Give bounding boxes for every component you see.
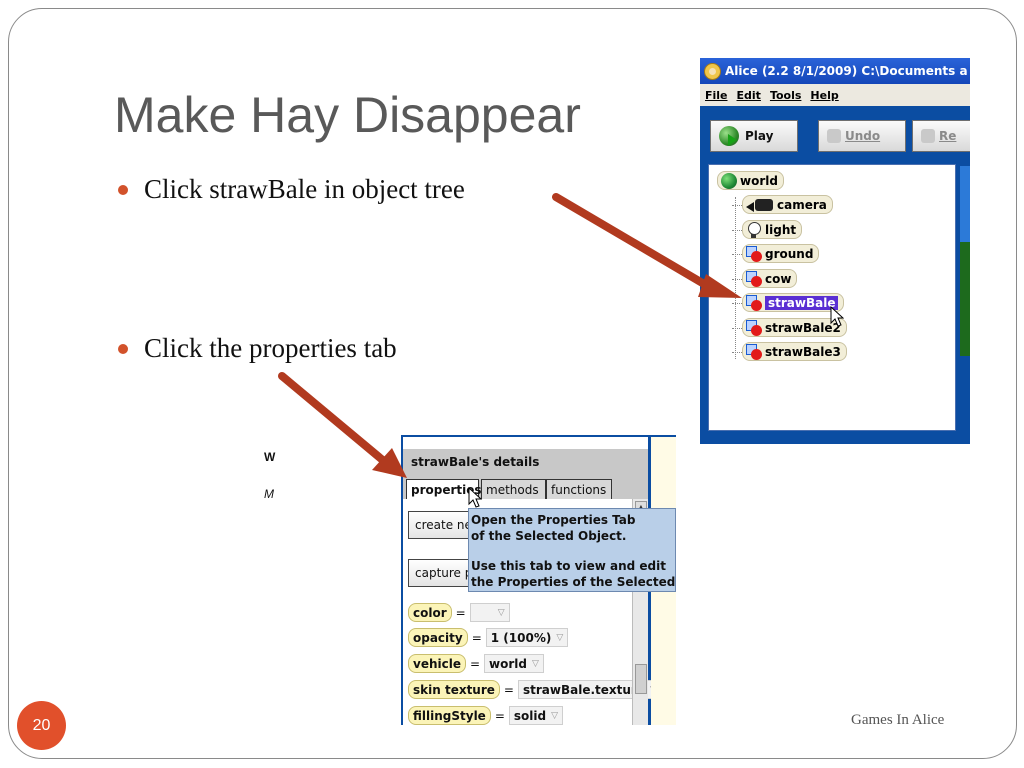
properties-tab-tooltip: Open the Properties Tab of the Selected … [468, 508, 676, 592]
object-icon [746, 319, 762, 336]
tab-methods[interactable]: methods [481, 479, 546, 499]
play-button[interactable]: Play [710, 120, 798, 152]
object-icon [746, 294, 762, 311]
play-label: Play [745, 129, 774, 143]
redo-icon [921, 129, 935, 143]
scroll-thumb[interactable] [635, 664, 647, 694]
property-value-dropdown[interactable]: 1 (100%) ▽ [485, 628, 569, 647]
undo-icon [827, 129, 841, 143]
slide-title: Make Hay Disappear [114, 87, 581, 143]
alice-logo-icon [704, 62, 721, 80]
tooltip-line: Open the Properties Tab [471, 513, 636, 527]
menu-tools[interactable]: Tools [770, 89, 801, 102]
alice-toolbar: Play Undo Re [700, 106, 970, 162]
details-header: strawBale's details [403, 449, 648, 475]
redo-label: Re [939, 129, 957, 143]
light-bulb-icon [746, 221, 762, 238]
bullet-1-text: Click strawBale in object tree [144, 174, 465, 204]
bullet-2-text: Click the properties tab [144, 333, 397, 363]
tree-item-label: light [765, 222, 797, 237]
alice-menubar: File Edit Tools Help [700, 84, 970, 106]
bullet-1: Click strawBale in object tree [118, 174, 465, 205]
tree-item-cow[interactable]: cow [732, 269, 798, 288]
tree-item-label: world [740, 173, 778, 188]
tree-item-label: camera [777, 197, 827, 212]
mouse-cursor-icon [830, 306, 844, 327]
object-icon [746, 343, 762, 360]
menu-help[interactable]: Help [810, 89, 838, 102]
details-tabs: properties methods functions [403, 475, 648, 500]
bullet-2: Click the properties tab [118, 333, 397, 364]
alice-title-bar: Alice (2.2 8/1/2009) C:\Documents a [700, 58, 970, 84]
property-name[interactable]: color [408, 603, 452, 622]
tree-item-label: ground [765, 246, 814, 261]
editor-side-label-w: W [264, 450, 276, 464]
property-row-filling-style: fillingStyle = solid ▽ [408, 705, 564, 725]
tooltip-line: the Properties of the Selected Obj [471, 575, 676, 589]
property-name[interactable]: fillingStyle [408, 706, 491, 725]
play-icon [719, 126, 739, 146]
property-value-dropdown[interactable]: ▽ [469, 603, 510, 622]
tab-functions[interactable]: functions [546, 479, 612, 499]
property-name[interactable]: opacity [408, 628, 468, 647]
menu-file[interactable]: File [705, 89, 728, 102]
tree-item-camera[interactable]: camera [732, 195, 833, 214]
property-value-dropdown[interactable]: solid ▽ [508, 706, 564, 725]
tree-connector [735, 197, 736, 359]
editor-side-label-m: M [264, 487, 274, 501]
property-row-skin-texture: skin texture = strawBale.texture▽ [408, 679, 662, 700]
undo-button[interactable]: Undo [818, 120, 906, 152]
tree-item-ground[interactable]: ground [732, 244, 820, 263]
bullet-dot [118, 184, 128, 195]
page-number-badge: 20 [17, 701, 66, 750]
property-name[interactable]: skin texture [408, 680, 500, 699]
menu-edit[interactable]: Edit [737, 89, 761, 102]
tree-item-light[interactable]: light [732, 220, 803, 239]
property-name[interactable]: vehicle [408, 654, 466, 673]
redo-button[interactable]: Re [912, 120, 970, 152]
bullet-dot [118, 343, 128, 354]
object-icon [746, 245, 762, 262]
alice-title-text: Alice (2.2 8/1/2009) C:\Documents a [725, 64, 968, 78]
tree-item-strawbale3[interactable]: strawBale3 [732, 342, 847, 361]
property-row-color: color = ▽ [408, 602, 510, 623]
property-row-vehicle: vehicle = world ▽ [408, 653, 544, 674]
footer-text: Games In Alice [851, 712, 945, 728]
tree-item-label: cow [765, 271, 792, 286]
alice-window-screenshot: Alice (2.2 8/1/2009) C:\Documents a File… [700, 58, 970, 444]
mouse-cursor-icon [468, 487, 482, 508]
world-icon [721, 172, 737, 189]
property-value-dropdown[interactable]: world ▽ [484, 654, 544, 673]
property-row-opacity: opacity = 1 (100%) ▽ [408, 627, 569, 648]
tree-item-label: strawBale3 [765, 344, 841, 359]
object-tree: world camera light ground cow strawBale [708, 164, 956, 431]
undo-label: Undo [845, 129, 881, 143]
scene-preview-strip [960, 166, 970, 356]
tree-item-label: strawBale [765, 295, 839, 310]
tooltip-line: Use this tab to view and edit [471, 559, 666, 573]
camera-icon [746, 198, 774, 212]
tooltip-line: of the Selected Object. [471, 529, 627, 543]
tree-item-world[interactable]: world [717, 171, 784, 190]
object-icon [746, 270, 762, 287]
